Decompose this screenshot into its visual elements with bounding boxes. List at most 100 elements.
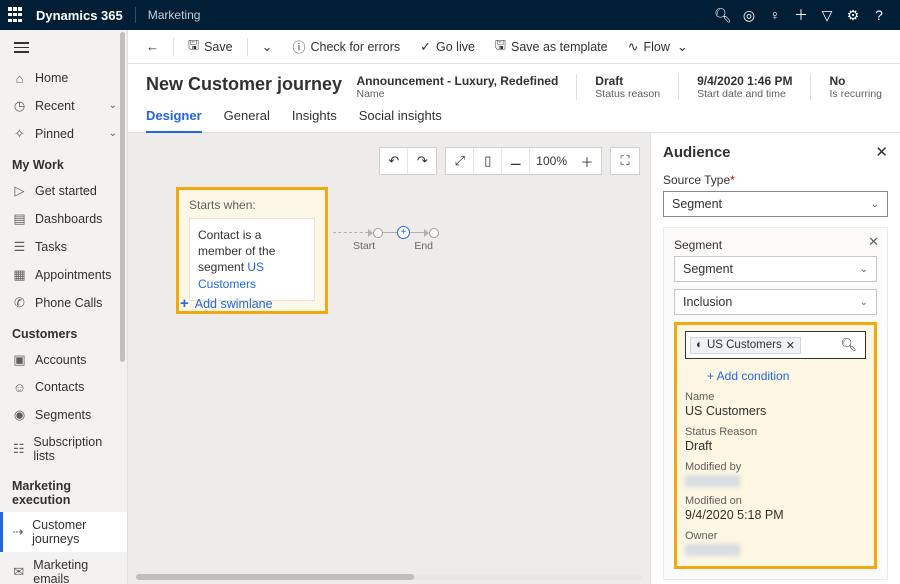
start-tile-header: Starts when: [189,198,315,212]
undo-button[interactable]: ↶ [380,148,408,174]
end-label: End [414,240,433,252]
canvas-toolbar: ↶ ↷ ⤢ ▯ ⚊ 100% ＋ ⛶ [379,147,640,175]
detail-modby-label: Modified by [685,461,866,473]
add-condition-link[interactable]: + Add condition [707,369,866,383]
detail-name-value: US Customers [685,404,866,418]
help-icon[interactable]: ? [866,7,892,23]
end-node[interactable] [429,228,439,238]
back-button[interactable]: ← [138,33,167,61]
sidebar-item-phonecalls[interactable]: ✆Phone Calls [0,289,127,317]
add-swimlane-button[interactable]: +Add swimlane [180,295,273,312]
detail-name-label: Name [685,391,866,403]
sidebar-group-execution: Marketing execution [0,469,127,512]
phone-icon: ✆ [12,295,27,311]
designer-canvas[interactable]: ↶ ↷ ⤢ ▯ ⚊ 100% ＋ ⛶ Starts when: [128,133,650,584]
chevron-down-icon: ⌄ [109,128,117,139]
canvas-scrollbar[interactable] [136,574,642,580]
lookup-search-icon[interactable]: 🔍︎ [836,337,861,353]
go-live-button[interactable]: ✓Go live [412,33,483,61]
sidebar-item-pinned[interactable]: ✧Pinned⌄ [0,120,127,148]
minimap-button[interactable]: ▯ [474,148,502,174]
segment-type-select[interactable]: Segment⌄ [674,256,877,282]
sidebar-item-tasks[interactable]: ☰Tasks [0,233,127,261]
add-node-button[interactable]: + [397,226,410,239]
sidebar-group-customers: Customers [0,317,127,346]
expand-button[interactable]: ⤢ [446,148,474,174]
check-icon: ✓ [420,39,431,55]
sidebar-item-segments[interactable]: ◉Segments [0,401,127,429]
save-button[interactable]: 🖫Save [180,33,241,61]
search-icon[interactable]: 🔍︎ [710,7,736,24]
flow-button[interactable]: ∿Flow⌄ [620,33,696,61]
meta-recurring-value: No [829,74,882,88]
save-template-button[interactable]: 🖫Save as template [487,33,616,61]
detail-modby-value [685,475,740,487]
sidebar-item-emails[interactable]: ✉Marketing emails [0,552,127,584]
chip-remove-button[interactable]: ✕ [786,339,795,352]
page-title: New Customer journey [146,74,342,95]
start-label: Start [353,240,375,252]
clock-icon: ◷ [12,98,27,114]
detail-modon-value: 9/4/2020 5:18 PM [685,508,866,522]
redo-button[interactable]: ↷ [408,148,436,174]
sidebar-item-journeys[interactable]: ⇢Customer journeys [0,512,127,552]
detail-status-label: Status Reason [685,426,866,438]
chevron-down-icon: ⌄ [871,199,879,210]
fullscreen-button[interactable]: ⛶ [611,148,639,174]
tab-designer[interactable]: Designer [146,108,202,133]
sidebar-item-home[interactable]: ⌂Home [0,65,127,92]
filter-icon[interactable]: ▽ [814,7,840,24]
meta-status-value: Draft [595,74,660,88]
segment-lookup[interactable]: ◐US Customers✕ 🔍︎ [685,331,866,359]
page-header: New Customer journey Announcement - Luxu… [128,64,900,100]
save-dropdown[interactable]: ⌄ [254,33,281,61]
segment-icon: ◐ [696,339,703,351]
tab-insights[interactable]: Insights [292,108,337,132]
sidebar-item-sublists[interactable]: ☷Subscription lists [0,429,127,469]
module-name: Marketing [148,8,201,22]
tab-social-insights[interactable]: Social insights [359,108,442,132]
mail-icon: ✉ [12,564,25,580]
detail-owner-label: Owner [685,530,866,542]
list-icon: ☷ [12,441,25,457]
nav-collapse-button[interactable] [0,30,127,65]
tab-general[interactable]: General [224,108,270,132]
contact-icon: ☺ [12,380,27,395]
check-errors-button[interactable]: ⓘCheck for errors [284,33,408,61]
chevron-down-icon: ⌄ [677,39,688,55]
journey-icon: ⇢ [12,524,24,540]
close-panel-button[interactable]: ✕ [875,143,888,161]
sidebar-scrollbar[interactable] [120,32,125,362]
meta-date-value: 9/4/2020 1:46 PM [697,74,792,88]
settings-icon[interactable]: ⚙ [840,7,866,24]
assistant-icon[interactable]: ◎ [736,7,762,24]
brand-name: Dynamics 365 [36,8,123,23]
segment-chip: ◐US Customers✕ [690,337,801,354]
source-type-select[interactable]: Segment⌄ [663,191,888,217]
accounts-icon: ▣ [12,352,27,368]
audience-panel: Audience✕ Source Type* Segment⌄ ✕ Segmen… [650,133,900,584]
pin-icon: ✧ [12,126,27,142]
chevron-down-icon: ⌄ [262,39,273,55]
lightbulb-icon[interactable]: ♀ [762,7,788,23]
info-icon: ⓘ [292,37,305,56]
meta-name-value: Announcement - Luxury, Redefined [356,74,558,88]
sidebar-item-accounts[interactable]: ▣Accounts [0,346,127,374]
inclusion-select[interactable]: Inclusion⌄ [674,289,877,315]
zoom-out-button[interactable]: ⚊ [502,148,530,174]
chevron-down-icon: ⌄ [860,297,868,308]
zoom-in-button[interactable]: ＋ [573,148,601,174]
save-icon: 🖫 [188,36,199,58]
sidebar-item-contacts[interactable]: ☺Contacts [0,374,127,401]
add-icon[interactable]: ＋ [788,5,814,25]
sidebar-item-appointments[interactable]: ▦Appointments [0,261,127,289]
app-launcher-icon[interactable] [8,7,24,23]
sidebar-item-recent[interactable]: ◷Recent⌄ [0,92,127,120]
segment-details-highlight: ◐US Customers✕ 🔍︎ + Add condition Name U… [674,322,877,569]
start-node[interactable] [373,228,383,238]
tab-bar: Designer General Insights Social insight… [128,100,900,133]
sidebar-item-dashboards[interactable]: ▤Dashboards [0,205,127,233]
sidebar-item-getstarted[interactable]: ▷Get started [0,177,127,205]
remove-segment-button[interactable]: ✕ [868,234,879,250]
meta-status-label: Status reason [595,88,660,100]
